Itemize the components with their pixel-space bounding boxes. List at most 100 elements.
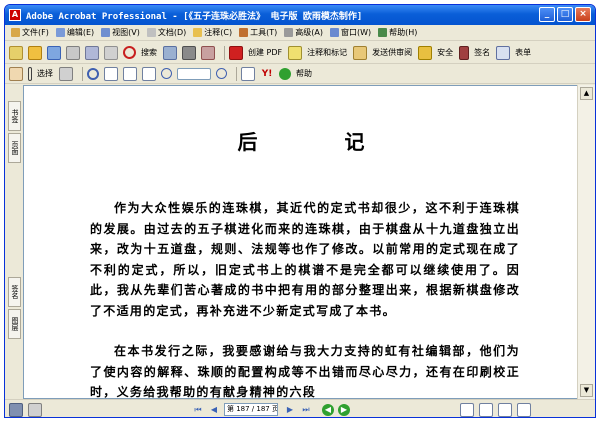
maximize-button[interactable]: □ — [557, 7, 573, 22]
secondary-toolbar: 选择 Y! 帮助 — [5, 64, 595, 84]
comment-icon[interactable] — [288, 45, 303, 60]
send-review-label[interactable]: 发送供审阅 — [372, 47, 412, 58]
next-page-button[interactable]: ▶ — [284, 404, 296, 416]
menu-advanced[interactable]: 高级(A) — [284, 27, 323, 38]
create-pdf-label[interactable]: 创建 PDF — [248, 47, 282, 58]
snapshot-icon[interactable] — [59, 66, 73, 81]
acrobat-app-icon: A — [9, 9, 21, 21]
go-back-button[interactable]: ◀ — [322, 403, 334, 416]
menu-edit[interactable]: 编辑(E) — [55, 27, 95, 38]
minimize-button[interactable]: _ — [539, 7, 555, 22]
options-icon[interactable] — [28, 402, 42, 417]
pen-icon[interactable] — [459, 45, 470, 60]
continuous-icon[interactable] — [479, 402, 493, 417]
menu-comments-label: 注释(C) — [204, 28, 233, 37]
window-title: Adobe Acrobat Professional - [《五子连珠必胜法》 … — [26, 11, 363, 22]
zoom-input[interactable] — [177, 67, 211, 80]
tab-layers[interactable]: 图层 — [8, 309, 21, 339]
status-bar: ⏮ ◀ 第 187 / 187 页 ▶ ⏭ ◀ ▶ — [5, 399, 595, 417]
page-thumbnail-icon[interactable] — [9, 402, 23, 417]
select-label[interactable]: 选择 — [37, 68, 53, 79]
help-icon[interactable] — [279, 67, 291, 80]
previous-page-button[interactable]: ◀ — [208, 404, 220, 416]
main-toolbar: 搜索 创建 PDF 注释和标记 发送供审阅 安全 签名 表单 — [5, 42, 595, 64]
sign-label[interactable]: 签名 — [474, 47, 490, 58]
menu-view[interactable]: 视图(V) — [101, 27, 140, 38]
single-page-icon[interactable] — [460, 402, 474, 417]
menu-view-label: 视图(V) — [112, 28, 140, 37]
create-pdf-button-icon[interactable] — [229, 45, 243, 60]
menu-tools-label: 工具(T) — [250, 28, 278, 37]
tab-bookmarks[interactable]: 书签 — [8, 101, 21, 131]
menu-document[interactable]: 文档(D) — [146, 27, 187, 38]
view-menu-icon — [101, 28, 111, 37]
menu-comments[interactable]: 注释(C) — [193, 27, 232, 38]
tools-menu-icon — [239, 28, 249, 37]
app-window: A Adobe Acrobat Professional - [《五子连珠必胜法… — [4, 4, 596, 418]
lock-icon[interactable] — [418, 45, 433, 60]
toolbar-separator — [236, 66, 237, 81]
hand-tool-icon[interactable] — [9, 66, 23, 81]
zoom-icon[interactable] — [87, 67, 99, 80]
actual-size-icon[interactable] — [104, 66, 118, 81]
tab-signatures[interactable]: 签名 — [8, 277, 21, 307]
tab-pages[interactable]: 页面 — [8, 133, 21, 163]
file-menu-icon — [11, 28, 20, 37]
scroll-down-arrow[interactable]: ▼ — [580, 384, 593, 397]
paragraph-2: 在本书发行之际，我要感谢给与我大力支持的虹有社编辑部，他们为了使内容的解释、珠顺… — [90, 344, 520, 399]
advanced-menu-icon — [284, 28, 294, 37]
title-bar[interactable]: A Adobe Acrobat Professional - [《五子连珠必胜法… — [5, 5, 595, 25]
review-icon[interactable] — [353, 45, 368, 60]
email-icon[interactable] — [85, 45, 99, 60]
forms-label[interactable]: 表单 — [515, 47, 531, 58]
forms-icon[interactable] — [496, 45, 511, 60]
menu-file[interactable]: 文件(F) — [11, 27, 49, 38]
menu-window-label: 窗口(W) — [340, 28, 372, 37]
facing-icon[interactable] — [498, 402, 512, 417]
yahoo-icon[interactable]: Y! — [260, 67, 274, 81]
menu-document-label: 文档(D) — [157, 28, 187, 37]
create-pdf-icon[interactable] — [9, 45, 23, 60]
secure-label[interactable]: 安全 — [437, 47, 453, 58]
stamp-icon[interactable] — [201, 45, 215, 60]
first-page-button[interactable]: ⏮ — [192, 404, 204, 416]
zoom-in-icon[interactable] — [216, 68, 227, 79]
search-icon[interactable] — [123, 46, 136, 59]
organizer-icon[interactable] — [163, 45, 177, 60]
comments-menu-icon — [193, 28, 203, 37]
open-folder-icon[interactable] — [28, 45, 42, 60]
menu-help-label: 帮助(H) — [389, 28, 418, 37]
toolbar-separator — [82, 66, 83, 81]
scroll-up-arrow[interactable]: ▲ — [580, 87, 593, 100]
go-forward-button[interactable]: ▶ — [338, 403, 350, 416]
close-button[interactable]: × — [575, 7, 591, 22]
fit-page-icon[interactable] — [123, 66, 137, 81]
find-label[interactable]: 搜索 — [141, 47, 157, 58]
menu-bar: 文件(F) 编辑(E) 视图(V) 文档(D) 注释(C) 工具(T) 高级(A… — [5, 25, 595, 41]
last-page-button[interactable]: ⏭ — [300, 404, 312, 416]
zoom-out-icon[interactable] — [161, 68, 172, 79]
menu-help[interactable]: 帮助(H) — [378, 27, 417, 38]
window-menu-icon — [329, 28, 339, 37]
vertical-scrollbar[interactable]: ▲ ▼ — [577, 85, 595, 399]
help-menu-icon — [378, 28, 388, 37]
binoculars-icon[interactable] — [182, 45, 196, 60]
comment-label[interactable]: 注释和标记 — [307, 47, 347, 58]
page-title: 后 记 — [237, 130, 405, 154]
help-label[interactable]: 帮助 — [296, 68, 312, 79]
fit-width-icon[interactable] — [142, 66, 156, 81]
attach-icon[interactable] — [104, 45, 118, 60]
document-menu-icon — [146, 28, 156, 37]
menu-window[interactable]: 窗口(W) — [329, 27, 372, 38]
rotate-icon[interactable] — [241, 66, 255, 81]
menu-edit-label: 编辑(E) — [66, 28, 95, 37]
continuous-facing-icon[interactable] — [517, 402, 531, 417]
select-text-icon[interactable] — [28, 66, 32, 81]
save-icon[interactable] — [47, 45, 61, 60]
document-view[interactable]: 后 记 作为大众性娱乐的连珠棋，其近代的定式书却很少，这不利于连珠棋的发展。由过… — [23, 85, 579, 399]
print-icon[interactable] — [66, 45, 80, 60]
menu-tools[interactable]: 工具(T) — [239, 27, 277, 38]
menu-advanced-label: 高级(A) — [295, 28, 323, 37]
navigation-panel: 书签 页面 签名 图层 — [5, 85, 23, 399]
page-number-input[interactable]: 第 187 / 187 页 — [224, 403, 278, 416]
